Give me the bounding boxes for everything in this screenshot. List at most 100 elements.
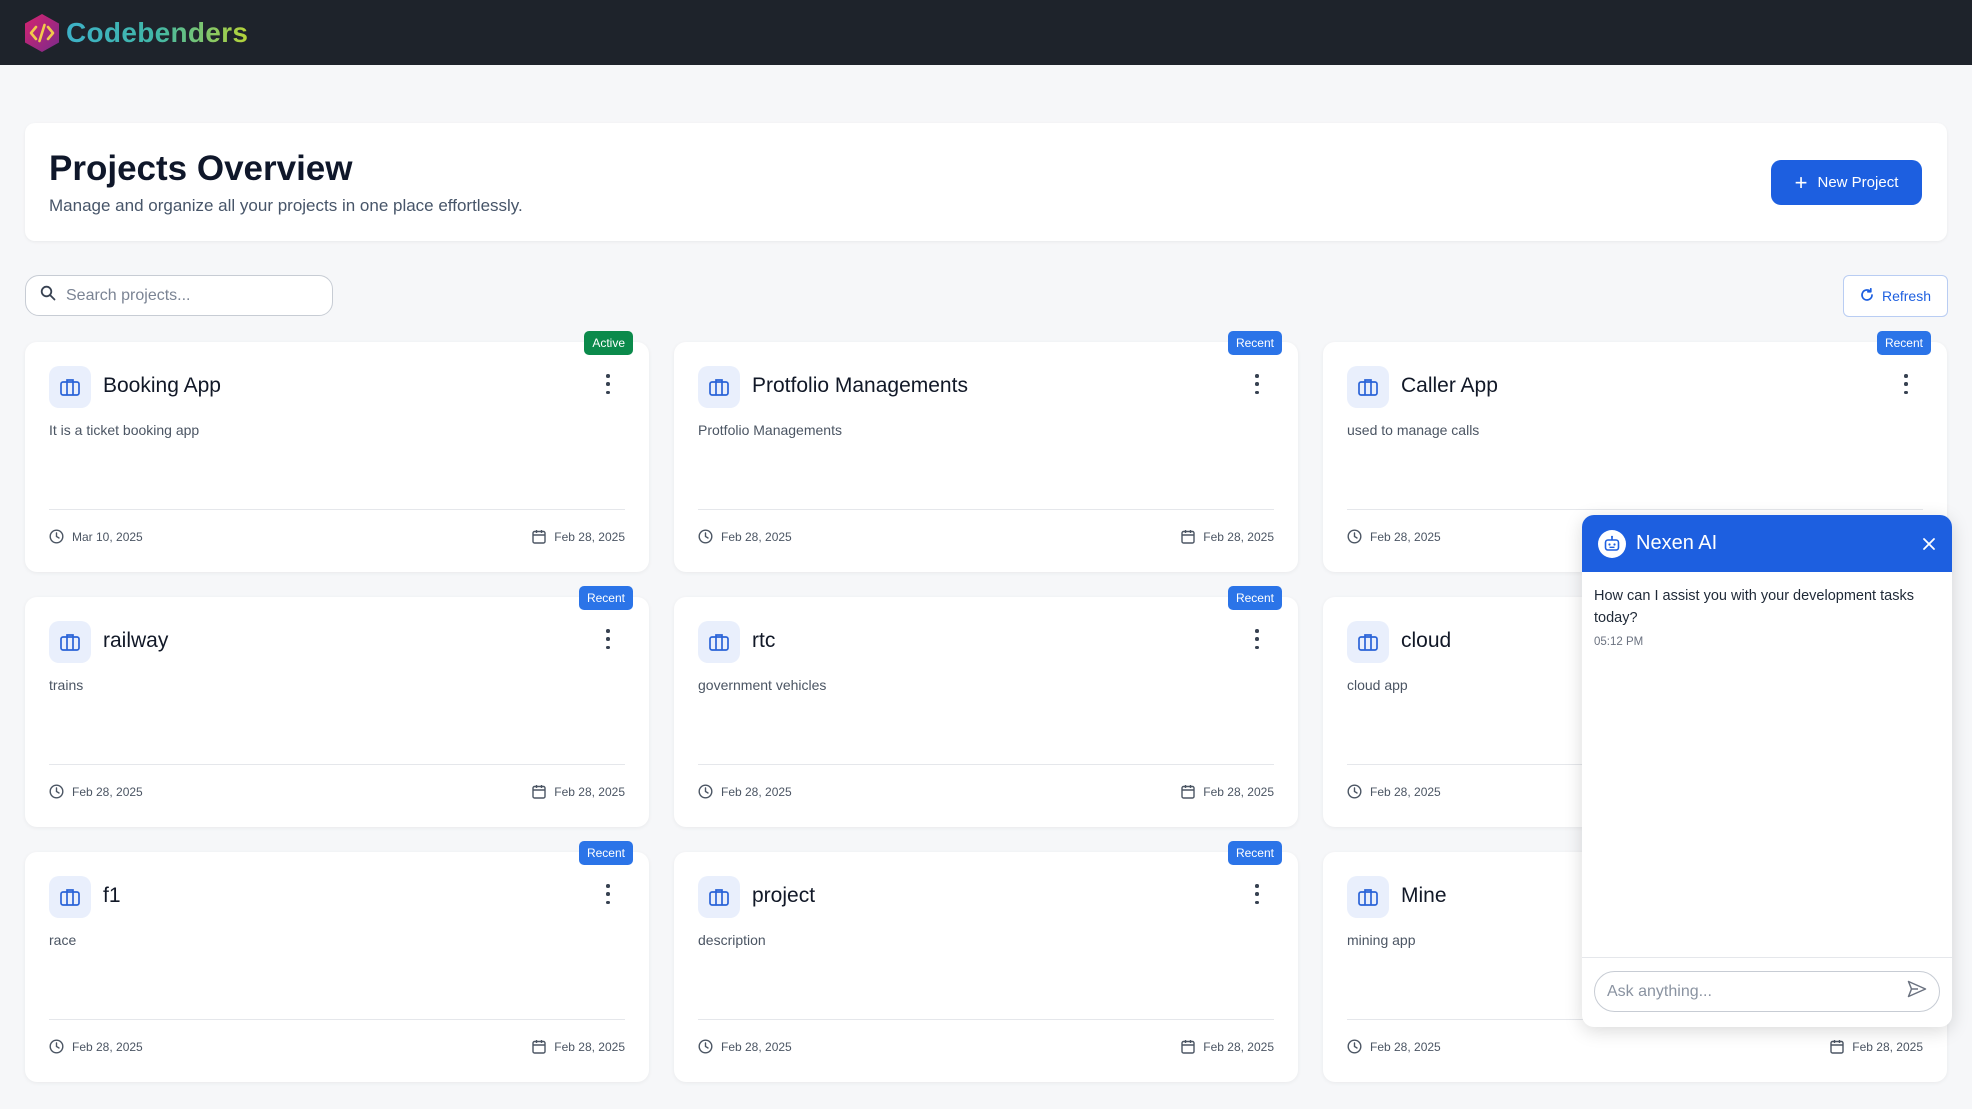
chat-input-box [1594,971,1940,1012]
briefcase-icon [49,621,91,663]
divider [698,764,1274,765]
calendar-icon [1181,530,1195,544]
divider [698,509,1274,510]
briefcase-icon [49,876,91,918]
clock-icon [698,1039,713,1054]
project-description: It is a ticket booking app [49,422,200,438]
status-badge: Recent [1227,586,1282,610]
refresh-icon [1860,287,1874,305]
created-date: Feb 28, 2025 [1181,784,1274,799]
project-card[interactable]: Recent f1 race Feb 28, 2025 Feb 28, 2025 [25,841,649,1082]
updated-date: Mar 10, 2025 [49,529,143,544]
refresh-label: Refresh [1881,288,1932,304]
chat-footer [1582,957,1952,1027]
project-description: Protfolio Managements [698,422,842,438]
robot-icon [1598,529,1626,558]
more-options-icon[interactable] [1252,629,1262,649]
clock-icon [49,529,64,544]
updated-date: Feb 28, 2025 [698,784,792,799]
project-description: used to manage calls [1347,422,1480,438]
updated-date: Feb 28, 2025 [1347,1039,1441,1054]
status-badge: Recent [1227,841,1282,865]
project-name[interactable]: f1 [103,884,121,908]
more-options-icon[interactable] [1252,374,1262,394]
page-title: Projects Overview [49,149,353,188]
divider [49,1019,625,1020]
status-badge: Recent [578,841,633,865]
project-name[interactable]: cloud [1401,629,1451,653]
briefcase-icon [1347,366,1389,408]
briefcase-icon [49,366,91,408]
calendar-icon [532,785,546,799]
more-options-icon[interactable] [1252,884,1262,904]
project-description: mining app [1347,932,1416,948]
plus-icon: + [1794,169,1808,195]
updated-date: Feb 28, 2025 [1347,529,1441,544]
status-badge: Recent [1227,331,1282,355]
page-header: Projects Overview Manage and organize al… [25,123,1947,241]
project-card[interactable]: Recent rtc government vehicles Feb 28, 2… [674,586,1298,827]
app-name[interactable]: Codebenders [66,17,248,49]
project-description: race [49,932,77,948]
project-name[interactable]: rtc [752,629,775,653]
project-description: cloud app [1347,677,1408,693]
divider [49,764,625,765]
chat-timestamp: 05:12 PM [1594,636,1644,648]
project-description: trains [49,677,84,693]
divider [49,509,625,510]
refresh-button[interactable]: Refresh [1843,275,1948,317]
search-icon [40,285,56,306]
project-description: description [698,932,766,948]
project-card[interactable]: Active Booking App It is a ticket bookin… [25,331,649,572]
chat-header: Nexen AI [1582,515,1952,572]
project-name[interactable]: Mine [1401,884,1447,908]
created-date: Feb 28, 2025 [1181,529,1274,544]
new-project-button[interactable]: + New Project [1771,160,1922,205]
briefcase-icon [698,621,740,663]
project-name[interactable]: railway [103,629,168,653]
calendar-icon [1181,785,1195,799]
project-name[interactable]: Protfolio Managements [752,374,968,398]
clock-icon [49,784,64,799]
page-subtitle: Manage and organize all your projects in… [49,196,523,215]
chat-panel: Nexen AI How can I assist you with your … [1582,515,1952,1027]
divider [1347,509,1923,510]
project-name[interactable]: Caller App [1401,374,1498,398]
search-input[interactable] [66,286,306,305]
more-options-icon[interactable] [603,629,613,649]
updated-date: Feb 28, 2025 [49,1039,143,1054]
clock-icon [49,1039,64,1054]
clock-icon [1347,784,1362,799]
project-card[interactable]: Recent railway trains Feb 28, 2025 Feb 2… [25,586,649,827]
more-options-icon[interactable] [1901,374,1911,394]
briefcase-icon [1347,621,1389,663]
project-card[interactable]: Recent project description Feb 28, 2025 … [674,841,1298,1082]
created-date: Feb 28, 2025 [532,784,625,799]
close-icon[interactable] [1922,531,1936,557]
more-options-icon[interactable] [603,884,613,904]
updated-date: Feb 28, 2025 [698,529,792,544]
updated-date: Feb 28, 2025 [1347,784,1441,799]
created-date: Feb 28, 2025 [1181,1039,1274,1054]
created-date: Feb 28, 2025 [532,1039,625,1054]
top-bar: Codebenders [0,0,1972,65]
project-description: government vehicles [698,677,827,693]
briefcase-icon [698,876,740,918]
divider [698,1019,1274,1020]
chat-input[interactable] [1607,982,1907,1001]
briefcase-icon [1347,876,1389,918]
more-options-icon[interactable] [603,374,613,394]
clock-icon [1347,1039,1362,1054]
created-date: Feb 28, 2025 [1830,1039,1923,1054]
updated-date: Feb 28, 2025 [49,784,143,799]
logo-icon[interactable] [22,12,62,54]
project-card[interactable]: Recent Protfolio Managements Protfolio M… [674,331,1298,572]
send-icon[interactable] [1907,980,1927,1003]
created-date: Feb 28, 2025 [532,529,625,544]
updated-date: Feb 28, 2025 [698,1039,792,1054]
search-box [25,275,333,316]
project-name[interactable]: project [752,884,815,908]
calendar-icon [532,1040,546,1054]
status-badge: Recent [578,586,633,610]
project-name[interactable]: Booking App [103,374,221,398]
